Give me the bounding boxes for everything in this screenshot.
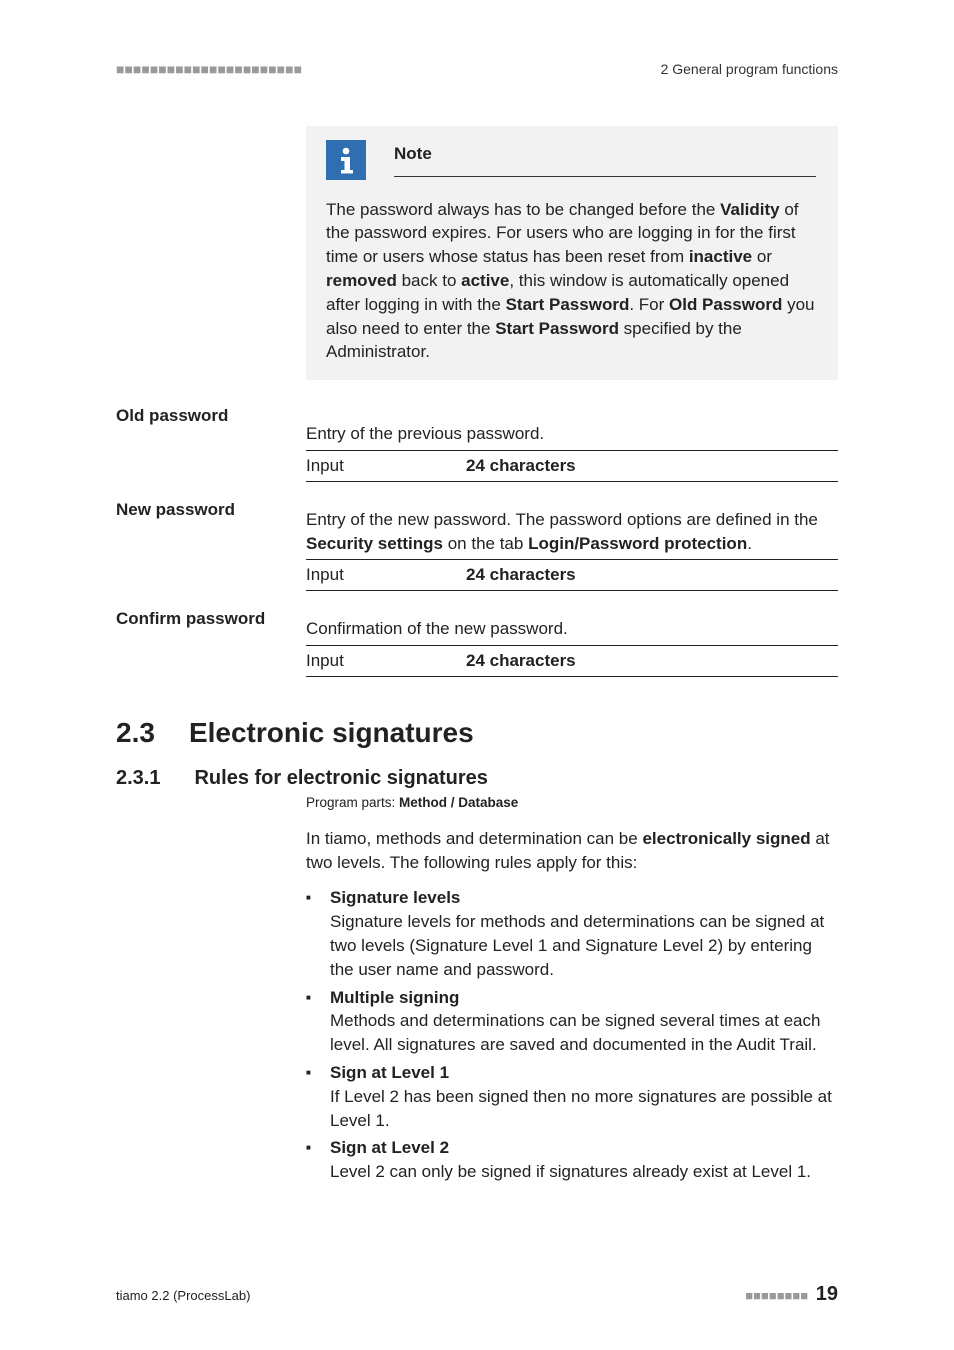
note-callout: Note The password always has to be chang… xyxy=(306,126,838,381)
input-constraint-row: Input 24 characters xyxy=(306,559,838,591)
bullet-heading: Multiple signing xyxy=(330,986,838,1010)
field-confirm-password: Confirm password Confirmation of the new… xyxy=(116,607,838,677)
bullet-heading: Sign at Level 1 xyxy=(330,1061,838,1085)
page-number: 19 xyxy=(816,1283,838,1305)
bullet-heading: Signature levels xyxy=(330,886,838,910)
field-label: New password xyxy=(116,498,306,591)
field-new-password: New password Entry of the new password. … xyxy=(116,498,838,591)
section-heading: 2.3 Electronic signatures xyxy=(116,713,838,752)
section-title: Electronic signatures xyxy=(189,713,474,752)
list-item: Signature levels Signature levels for me… xyxy=(306,886,838,981)
bullet-body: If Level 2 has been signed then no more … xyxy=(330,1087,832,1130)
subsection-title: Rules for electronic signatures xyxy=(194,764,487,792)
header-right-title: 2 General program functions xyxy=(661,60,838,80)
note-body: The password always has to be changed be… xyxy=(326,198,816,365)
bullet-body: Signature levels for methods and determi… xyxy=(330,912,824,979)
field-old-password: Old password Entry of the previous passw… xyxy=(116,404,838,482)
bullet-body: Level 2 can only be signed if signatures… xyxy=(330,1162,811,1181)
footer-right: ■■■■■■■■ 19 xyxy=(745,1280,838,1308)
input-value: 24 characters xyxy=(466,649,576,673)
field-description: Entry of the previous password. xyxy=(306,422,838,446)
rules-list: Signature levels Signature levels for me… xyxy=(306,886,838,1184)
field-label: Confirm password xyxy=(116,607,306,677)
list-item: Sign at Level 2 Level 2 can only be sign… xyxy=(306,1136,838,1184)
header-left-bars: ■■■■■■■■■■■■■■■■■■■■■■ xyxy=(116,60,302,80)
list-item: Sign at Level 1 If Level 2 has been sign… xyxy=(306,1061,838,1132)
field-description: Entry of the new password. The password … xyxy=(306,508,838,556)
input-constraint-row: Input 24 characters xyxy=(306,645,838,677)
input-label: Input xyxy=(306,454,466,478)
field-label: Old password xyxy=(116,404,306,482)
program-parts-line: Program parts: Method / Database xyxy=(306,794,838,813)
list-item: Multiple signing Methods and determinati… xyxy=(306,986,838,1057)
page-header: ■■■■■■■■■■■■■■■■■■■■■■ 2 General program… xyxy=(116,60,838,80)
page-footer: tiamo 2.2 (ProcessLab) ■■■■■■■■ 19 xyxy=(116,1280,838,1308)
subsection-heading: 2.3.1 Rules for electronic signatures xyxy=(116,764,838,792)
bullet-body: Methods and determinations can be signed… xyxy=(330,1011,820,1054)
note-header: Note xyxy=(326,140,816,180)
section-number: 2.3 xyxy=(116,713,155,752)
footer-left: tiamo 2.2 (ProcessLab) xyxy=(116,1287,250,1305)
input-value: 24 characters xyxy=(466,563,576,587)
input-label: Input xyxy=(306,649,466,673)
input-value: 24 characters xyxy=(466,454,576,478)
note-title: Note xyxy=(394,142,816,177)
bullet-heading: Sign at Level 2 xyxy=(330,1136,838,1160)
input-label: Input xyxy=(306,563,466,587)
intro-paragraph: In tiamo, methods and determination can … xyxy=(306,827,838,875)
field-description: Confirmation of the new password. xyxy=(306,617,838,641)
info-icon xyxy=(326,140,366,180)
input-constraint-row: Input 24 characters xyxy=(306,450,838,482)
footer-bars: ■■■■■■■■ xyxy=(745,1288,808,1303)
subsection-number: 2.3.1 xyxy=(116,764,160,792)
